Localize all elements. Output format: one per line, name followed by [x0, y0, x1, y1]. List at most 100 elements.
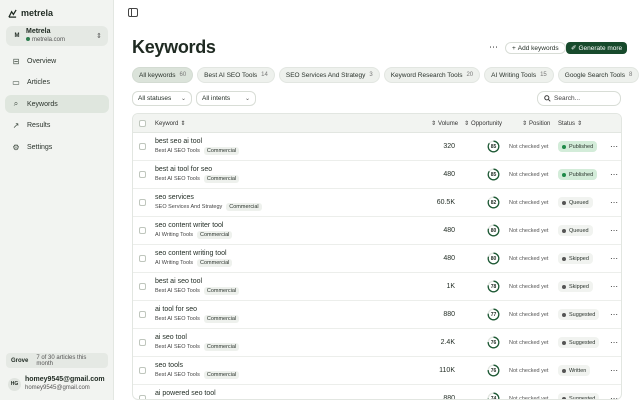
intent-filter[interactable]: All intents ⌄	[196, 91, 256, 106]
header-opportunity[interactable]: ⇕ Opportunity	[464, 114, 502, 133]
table-row[interactable]: seo content writer tool AI Writing Tools C…	[133, 217, 621, 245]
more-options-icon[interactable]: ⋯	[489, 42, 498, 53]
user-menu[interactable]: HG homey9545@gmail.com homey9545@gmail.c…	[8, 375, 105, 393]
header-keyword[interactable]: Keyword ⇕	[155, 114, 185, 133]
table-row[interactable]: best ai seo tool Best AI SEO Tools Commerc…	[133, 273, 621, 301]
table-row[interactable]: seo tools Best AI SEO Tools Commercial 110K…	[133, 357, 621, 385]
row-checkbox[interactable]	[139, 227, 146, 234]
row-checkbox[interactable]	[139, 171, 146, 178]
row-checkbox[interactable]	[139, 283, 146, 290]
sidebar-item-articles[interactable]: ▭ Articles	[5, 74, 109, 92]
more-options-icon[interactable]: ⋯	[610, 329, 618, 356]
more-options-icon[interactable]: ⋯	[610, 217, 618, 244]
tab-label: All keywords	[139, 71, 176, 79]
row-checkbox[interactable]	[139, 199, 146, 206]
search-box[interactable]	[537, 91, 621, 106]
generate-more-label: Generate more	[578, 44, 623, 52]
generate-more-button[interactable]: ✐ Generate more	[566, 42, 628, 54]
keyword-name[interactable]: best ai seo tool	[155, 278, 239, 285]
workspace-name: Metrela	[26, 28, 51, 35]
sidebar-toggle-icon[interactable]	[128, 8, 138, 17]
opportunity-score: 80	[487, 252, 500, 265]
keyword-meta: SEO Services And Strategy Commercial	[155, 203, 262, 211]
select-all-checkbox[interactable]	[139, 120, 146, 127]
more-options-icon[interactable]: ⋯	[610, 301, 618, 328]
intent-filter-value: All intents	[202, 95, 231, 102]
tab-ai-writing-tools[interactable]: AI Writing Tools 15	[484, 67, 554, 83]
table-row[interactable]: seo services SEO Services And Strategy Com…	[133, 189, 621, 217]
keyword-name[interactable]: seo content writer tool	[155, 222, 232, 229]
search-input[interactable]	[554, 95, 614, 102]
more-options-icon[interactable]: ⋯	[610, 273, 618, 300]
search-icon: ⌕	[13, 99, 19, 108]
chevron-updown-icon: ⇕	[96, 33, 102, 40]
row-checkbox[interactable]	[139, 255, 146, 262]
keyword-name[interactable]: ai seo tool	[155, 334, 239, 341]
volume-value: 320	[443, 143, 455, 150]
keyword-name[interactable]: ai powered seo tool	[155, 390, 239, 397]
keyword-name[interactable]: seo content writing tool	[155, 250, 232, 257]
opportunity-score: 85	[487, 168, 500, 181]
tab-count: 3	[369, 72, 373, 78]
keyword-name[interactable]: best ai tool for seo	[155, 166, 239, 173]
sidebar-item-label: Settings	[27, 143, 53, 151]
header-volume-label: Volume	[438, 120, 459, 127]
keyword-name[interactable]: best seo ai tool	[155, 138, 239, 145]
keyword-name[interactable]: seo services	[155, 194, 262, 201]
row-checkbox[interactable]	[139, 395, 146, 399]
workspace-avatar: M	[14, 33, 20, 39]
more-options-icon[interactable]: ⋯	[610, 385, 618, 399]
add-keywords-button[interactable]: + Add keywords	[505, 42, 566, 54]
opportunity-value: 74	[490, 395, 497, 400]
more-options-icon[interactable]: ⋯	[610, 245, 618, 272]
row-checkbox[interactable]	[139, 311, 146, 318]
more-options-icon[interactable]: ⋯	[610, 133, 618, 160]
header-position[interactable]: ⇕ Position	[522, 114, 550, 133]
app-logo[interactable]: metrela	[8, 8, 53, 18]
opportunity-value: 82	[490, 199, 497, 206]
header-position-label: Position	[529, 120, 551, 127]
tab-google-search-tools[interactable]: Google Search Tools 8	[557, 67, 640, 83]
table-row[interactable]: best ai tool for seo Best AI SEO Tools Com…	[133, 161, 621, 189]
sort-icon: ⇕	[522, 121, 528, 127]
tab-best-ai-seo-tools[interactable]: Best AI SEO Tools 14	[197, 67, 275, 83]
tab-seo-services-and-strategy[interactable]: SEO Services And Strategy 3	[278, 67, 380, 83]
table-row[interactable]: seo content writing tool AI Writing Tools…	[133, 245, 621, 273]
tab-all-keywords[interactable]: All keywords 60	[132, 67, 194, 83]
row-checkbox[interactable]	[139, 339, 146, 346]
table-body: best seo ai tool Best AI SEO Tools Commerc…	[133, 133, 621, 400]
row-checkbox[interactable]	[139, 367, 146, 374]
more-options-icon[interactable]: ⋯	[610, 189, 618, 216]
opportunity-score: 76	[487, 336, 500, 349]
sidebar-item-overview[interactable]: ⊟ Overview	[5, 52, 109, 70]
volume-value: 480	[443, 255, 455, 262]
status-badge: Queued	[558, 197, 593, 208]
sidebar-item-results[interactable]: ↗ Results	[5, 117, 109, 135]
more-options-icon[interactable]: ⋯	[610, 161, 618, 188]
table-row[interactable]: ai tool for seo Best AI SEO Tools Commerci…	[133, 301, 621, 329]
more-options-icon[interactable]: ⋯	[610, 357, 618, 384]
sidebar-item-settings[interactable]: ⚙ Settings	[5, 138, 109, 156]
keyword-name[interactable]: ai tool for seo	[155, 306, 239, 313]
workspace-switcher[interactable]: M Metrela metrela.com ⇕	[6, 26, 108, 46]
position-value: Not checked yet	[509, 283, 549, 290]
tab-keyword-research-tools[interactable]: Keyword Research Tools 20	[383, 67, 481, 83]
position-value: Not checked yet	[509, 339, 549, 346]
row-checkbox[interactable]	[139, 143, 146, 150]
status-filter[interactable]: All statuses ⌄	[132, 91, 192, 106]
status-dot	[562, 312, 566, 317]
table-row[interactable]: best seo ai tool Best AI SEO Tools Commerc…	[133, 133, 621, 161]
header-volume[interactable]: ⇕ Volume	[431, 114, 458, 133]
table-row[interactable]: ai seo tool Best AI SEO Tools Commercial 2.…	[133, 329, 621, 357]
status-dot	[562, 340, 566, 345]
status-label: Suggested	[569, 395, 596, 400]
sidebar-item-keywords[interactable]: ⌕ Keywords	[5, 95, 109, 113]
keyword-group: Best AI SEO Tools	[155, 288, 200, 294]
keyword-name[interactable]: seo tools	[155, 362, 239, 369]
keyword-group: Best AI SEO Tools	[155, 372, 200, 378]
table-row[interactable]: ai powered seo toolBest AI SEO ToolsComm…	[133, 385, 621, 400]
intent-badge: Commercial	[203, 315, 240, 323]
status-badge: Suggested	[558, 337, 600, 348]
tab-count: 60	[179, 72, 187, 78]
header-status[interactable]: Status ⇕	[558, 114, 582, 133]
